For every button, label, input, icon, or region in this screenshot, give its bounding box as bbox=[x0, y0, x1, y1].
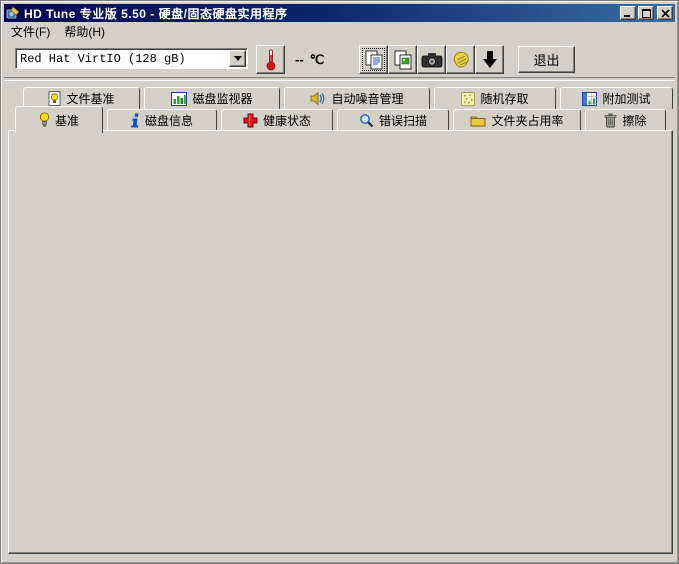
maximize-button[interactable] bbox=[638, 6, 654, 20]
minimize-button[interactable] bbox=[620, 6, 636, 20]
arrow-down-icon bbox=[481, 50, 499, 70]
drive-select-dropdown-button[interactable] bbox=[229, 50, 246, 67]
title-bar: HD Tune 专业版 5.50 - 硬盘/固态硬盘实用程序 bbox=[4, 4, 675, 22]
hand-icon bbox=[451, 50, 471, 70]
tab-label: 擦除 bbox=[622, 112, 646, 129]
extra-tests-icon bbox=[582, 92, 597, 106]
trash-icon bbox=[604, 113, 617, 128]
thermometer-icon bbox=[265, 49, 277, 71]
tab-disk-monitor[interactable]: 磁盘监视器 bbox=[144, 87, 280, 109]
info-icon bbox=[131, 113, 140, 128]
disk-monitor-icon bbox=[171, 92, 187, 106]
tab-random-access[interactable]: 随机存取 bbox=[434, 87, 556, 109]
tab-error-scan[interactable]: 错误扫描 bbox=[337, 109, 449, 131]
app-icon bbox=[6, 6, 20, 20]
menu-bar: 文件(F) 帮助(H) bbox=[4, 22, 675, 41]
copy-image-button[interactable] bbox=[388, 45, 417, 74]
copy-text-icon bbox=[364, 50, 384, 70]
tab-disk-info[interactable]: 磁盘信息 bbox=[107, 109, 217, 131]
tab-label: 附加测试 bbox=[602, 90, 650, 107]
tab-label: 文件夹占用率 bbox=[491, 112, 563, 129]
tab-benchmark[interactable]: 基准 bbox=[15, 106, 103, 133]
toolbar: Red Hat VirtIO (128 gB) -- ℃ bbox=[4, 41, 675, 81]
health-cross-icon bbox=[243, 113, 258, 128]
temperature-value: -- bbox=[295, 52, 304, 68]
tab-label: 基准 bbox=[55, 112, 79, 129]
tab-label: 磁盘监视器 bbox=[192, 90, 252, 107]
tab-extra-tests[interactable]: 附加测试 bbox=[560, 87, 673, 109]
copy-image-icon bbox=[393, 50, 413, 70]
tab-label: 随机存取 bbox=[480, 90, 528, 107]
tab-label: 磁盘信息 bbox=[145, 112, 193, 129]
maximize-icon bbox=[642, 9, 651, 18]
tab-label: 错误扫描 bbox=[379, 112, 427, 129]
benchmark-page bbox=[8, 130, 673, 554]
tab-folder-usage[interactable]: 文件夹占用率 bbox=[453, 109, 581, 131]
tab-label: 文件基准 bbox=[66, 90, 114, 107]
copy-text-button[interactable] bbox=[359, 45, 388, 74]
tab-erase[interactable]: 擦除 bbox=[585, 109, 666, 131]
close-button[interactable] bbox=[657, 6, 673, 20]
magnifier-icon bbox=[359, 113, 374, 128]
folder-icon bbox=[470, 114, 486, 127]
drive-select-value: Red Hat VirtIO (128 gB) bbox=[16, 52, 229, 66]
window-title: HD Tune 专业版 5.50 - 硬盘/固态硬盘实用程序 bbox=[24, 5, 287, 22]
menu-help[interactable]: 帮助(H) bbox=[57, 21, 112, 42]
app-window: HD Tune 专业版 5.50 - 硬盘/固态硬盘实用程序 文件(F) 帮助(… bbox=[0, 0, 679, 564]
chevron-down-icon bbox=[234, 56, 242, 61]
tab-label: 健康状态 bbox=[263, 112, 311, 129]
benchmark-icon bbox=[39, 112, 50, 128]
temperature-unit: ℃ bbox=[310, 52, 325, 68]
speaker-icon bbox=[310, 91, 326, 106]
exit-button[interactable]: 退出 bbox=[518, 46, 575, 73]
save-results-button[interactable] bbox=[475, 45, 504, 74]
tab-health[interactable]: 健康状态 bbox=[221, 109, 333, 131]
screenshot-button[interactable] bbox=[417, 45, 446, 74]
close-icon bbox=[661, 9, 670, 18]
temperature-readout: -- ℃ bbox=[295, 52, 324, 68]
exit-button-label: 退出 bbox=[533, 50, 559, 69]
file-benchmark-icon bbox=[48, 91, 61, 106]
donate-button[interactable] bbox=[446, 45, 475, 74]
temperature-button[interactable] bbox=[256, 45, 285, 74]
tab-label: 自动噪音管理 bbox=[331, 90, 403, 107]
minimize-icon bbox=[624, 9, 632, 17]
random-access-icon bbox=[461, 92, 475, 106]
tab-aam[interactable]: 自动噪音管理 bbox=[284, 87, 430, 109]
camera-icon bbox=[421, 51, 443, 69]
menu-file[interactable]: 文件(F) bbox=[4, 21, 57, 42]
drive-select[interactable]: Red Hat VirtIO (128 gB) bbox=[15, 48, 248, 69]
